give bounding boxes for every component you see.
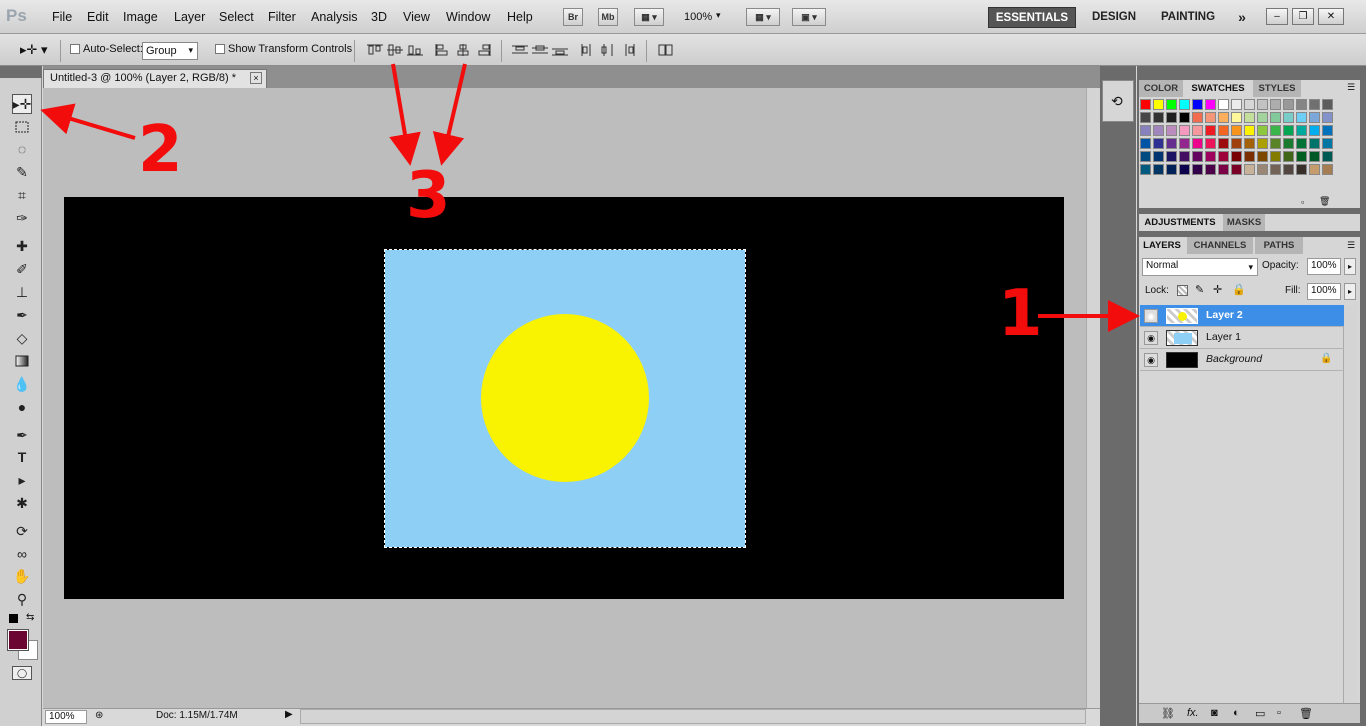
annotation-number-2: 2 (138, 113, 183, 187)
annotation-arrow-3b (432, 63, 467, 166)
annotation-number-1: 1 (998, 277, 1043, 351)
annotation-arrow-2 (40, 103, 136, 140)
annotation-arrow-3a (389, 63, 421, 166)
annotation-overlay (40, 63, 1140, 332)
annotation-number-3: 3 (406, 159, 451, 233)
